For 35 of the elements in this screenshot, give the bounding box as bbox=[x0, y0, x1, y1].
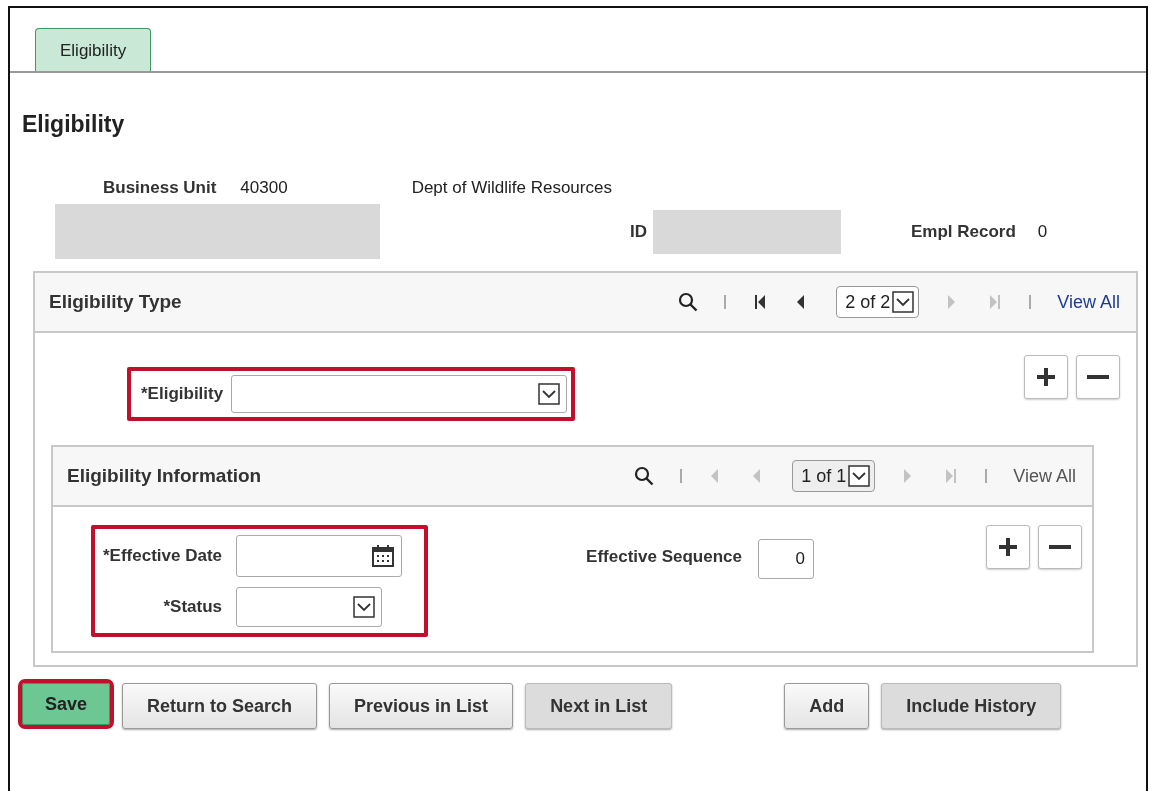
field-label: *Status bbox=[162, 597, 223, 617]
delete-row-button[interactable] bbox=[1038, 525, 1082, 569]
field-value: 0 bbox=[1037, 221, 1048, 242]
search-icon[interactable] bbox=[634, 466, 655, 486]
grid-title: Eligibility Information bbox=[67, 465, 263, 487]
row-counter-dropdown[interactable]: 2 of 2 bbox=[836, 286, 920, 318]
calendar-icon[interactable] bbox=[371, 544, 396, 568]
date-field[interactable] bbox=[236, 535, 403, 577]
add-row-button[interactable] bbox=[1024, 355, 1068, 399]
field-label: Empl Record bbox=[911, 221, 1016, 242]
field-value: 40300 bbox=[240, 178, 288, 198]
page-title: Eligibility bbox=[22, 111, 126, 138]
field-label: ID bbox=[630, 221, 647, 242]
row-counter-dropdown[interactable]: 1 of 1 bbox=[792, 460, 876, 492]
sequence-field[interactable]: 0 bbox=[757, 539, 814, 579]
action-button[interactable]: Add bbox=[784, 683, 870, 729]
view-all-link[interactable]: View All bbox=[1057, 291, 1120, 313]
plus-icon bbox=[1035, 366, 1057, 388]
department-name: Dept of Wildlife Resources bbox=[411, 178, 612, 198]
minus-icon bbox=[1049, 544, 1071, 550]
add-row-button[interactable] bbox=[986, 525, 1030, 569]
tab[interactable]: Eligibility bbox=[35, 28, 152, 71]
status-dropdown[interactable] bbox=[236, 587, 383, 627]
view-all-link[interactable]: View All bbox=[1013, 465, 1076, 487]
search-icon[interactable] bbox=[678, 292, 699, 312]
field-label: Business Unit bbox=[103, 178, 217, 198]
field-label: *Effective Date bbox=[103, 546, 223, 566]
field-label: Effective Sequence bbox=[586, 547, 742, 567]
delete-row-button[interactable] bbox=[1076, 355, 1120, 399]
action-button[interactable]: Return to Search bbox=[122, 683, 318, 729]
action-button[interactable]: Previous in List bbox=[329, 683, 514, 729]
field-label: *Eligibility bbox=[141, 384, 224, 404]
minus-icon bbox=[1087, 374, 1109, 380]
plus-icon bbox=[997, 536, 1019, 558]
grid-title: Eligibility Type bbox=[49, 291, 183, 313]
